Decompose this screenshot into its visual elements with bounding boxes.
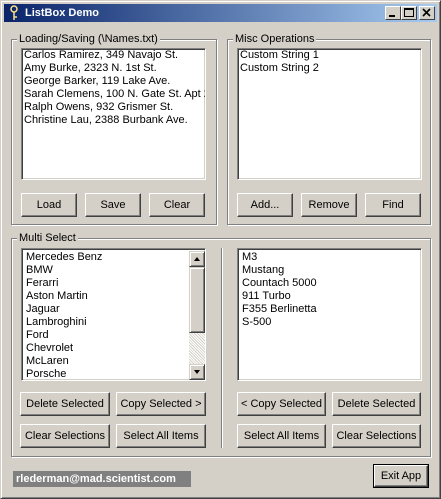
window-title: ListBox Demo: [25, 7, 99, 19]
clear-selections-right-label: Clear Selections: [336, 430, 417, 442]
list-item[interactable]: Sarah Clemens, 100 N. Gate St. Apt 2: [22, 88, 205, 101]
delete-selected-right-label: Delete Selected: [337, 398, 416, 410]
scroll-up-button[interactable]: [189, 251, 205, 267]
divider: [221, 248, 223, 448]
key-icon: [7, 5, 21, 21]
loading-saving-group: Loading/Saving (\Names.txt) Carlos Ramir…: [11, 33, 217, 225]
misc-operations-group: Misc Operations Custom String 1 Custom S…: [227, 33, 431, 225]
close-icon: [422, 8, 431, 17]
list-item[interactable]: McLaren: [24, 355, 188, 368]
arrow-up-icon: [194, 257, 200, 261]
scroll-thumb[interactable]: [189, 267, 205, 333]
maximize-icon: [404, 8, 414, 17]
scroll-down-button[interactable]: [189, 364, 205, 380]
remove-button[interactable]: Remove: [301, 193, 357, 217]
list-item[interactable]: Aston Martin: [24, 290, 188, 303]
email-label: rlederman@mad.scientist.com: [13, 471, 191, 487]
list-item[interactable]: Mustang: [240, 264, 418, 277]
add-button-label: Add...: [250, 199, 280, 211]
cars-listbox[interactable]: Mercedes Benz BMW Ferarri Aston Martin J…: [21, 248, 206, 381]
select-all-left-button[interactable]: Select All Items: [116, 424, 206, 448]
list-item[interactable]: George Barker, 119 Lake Ave.: [22, 75, 205, 88]
list-item[interactable]: Amy Burke, 2323 N. 1st St.: [22, 62, 205, 75]
clear-selections-left-label: Clear Selections: [24, 430, 106, 442]
minimize-icon: [389, 15, 395, 17]
list-item[interactable]: Chevrolet: [24, 342, 188, 355]
names-listbox[interactable]: Carlos Ramirez, 349 Navajo St. Amy Burke…: [21, 48, 206, 180]
save-button[interactable]: Save: [85, 193, 141, 217]
delete-selected-right-button[interactable]: Delete Selected: [332, 392, 421, 416]
list-item[interactable]: Christine Lau, 2388 Burbank Ave.: [22, 114, 205, 127]
list-item[interactable]: Jaguar: [24, 303, 188, 316]
list-item[interactable]: Custom String 1: [238, 49, 421, 62]
save-button-label: Save: [100, 199, 126, 211]
copy-selected-left-button[interactable]: < Copy Selected: [237, 392, 326, 416]
list-item[interactable]: Porsche: [24, 368, 188, 380]
list-item[interactable]: BMW: [24, 264, 188, 277]
arrow-down-icon: [194, 370, 200, 374]
close-button[interactable]: [419, 6, 435, 20]
select-all-right-button[interactable]: Select All Items: [237, 424, 326, 448]
list-item[interactable]: M3: [240, 251, 418, 264]
load-button[interactable]: Load: [21, 193, 77, 217]
load-button-label: Load: [36, 199, 62, 211]
list-item[interactable]: Ralph Owens, 932 Grismer St.: [22, 101, 205, 114]
exit-app-button[interactable]: Exit App: [373, 464, 429, 488]
multi-select-group: Multi Select Mercedes Benz BMW Ferarri A…: [11, 232, 431, 457]
list-item[interactable]: S-500: [240, 316, 418, 329]
exit-app-label: Exit App: [380, 470, 422, 482]
clear-selections-left-button[interactable]: Clear Selections: [20, 424, 110, 448]
remove-button-label: Remove: [308, 199, 350, 211]
vertical-scrollbar[interactable]: [189, 251, 205, 380]
title-bar[interactable]: ListBox Demo: [4, 4, 437, 22]
custom-strings-listbox[interactable]: Custom String 1 Custom String 2: [237, 48, 422, 180]
select-all-right-label: Select All Items: [243, 430, 320, 442]
copy-selected-left-label: < Copy Selected: [240, 398, 323, 410]
find-button-label: Find: [382, 199, 404, 211]
clear-button[interactable]: Clear: [149, 193, 205, 217]
main-window: ListBox Demo Loading/Saving (\Names.txt)…: [0, 0, 441, 499]
list-item[interactable]: 911 Turbo: [240, 290, 418, 303]
clear-selections-right-button[interactable]: Clear Selections: [332, 424, 421, 448]
list-item[interactable]: Custom String 2: [238, 62, 421, 75]
copy-selected-right-button[interactable]: Copy Selected >: [116, 392, 206, 416]
list-item[interactable]: Countach 5000: [240, 277, 418, 290]
add-button[interactable]: Add...: [237, 193, 293, 217]
minimize-button[interactable]: [385, 6, 401, 20]
misc-operations-legend: Misc Operations: [233, 33, 317, 45]
multi-select-legend: Multi Select: [17, 232, 78, 244]
list-item[interactable]: Mercedes Benz: [24, 251, 188, 264]
select-all-left-label: Select All Items: [123, 430, 199, 442]
loading-saving-legend: Loading/Saving (\Names.txt): [17, 33, 160, 45]
clear-button-label: Clear: [163, 199, 191, 211]
delete-selected-left-button[interactable]: Delete Selected: [20, 392, 110, 416]
list-item[interactable]: Lambroghini: [24, 316, 188, 329]
list-item[interactable]: F355 Berlinetta: [240, 303, 418, 316]
copy-selected-right-label: Copy Selected >: [120, 398, 202, 410]
delete-selected-left-label: Delete Selected: [26, 398, 104, 410]
maximize-button[interactable]: [401, 6, 417, 20]
list-item[interactable]: Carlos Ramirez, 349 Navajo St.: [22, 49, 205, 62]
list-item[interactable]: Ford: [24, 329, 188, 342]
find-button[interactable]: Find: [365, 193, 421, 217]
selected-cars-listbox[interactable]: M3 Mustang Countach 5000 911 Turbo F355 …: [237, 248, 422, 381]
list-item[interactable]: Ferarri: [24, 277, 188, 290]
